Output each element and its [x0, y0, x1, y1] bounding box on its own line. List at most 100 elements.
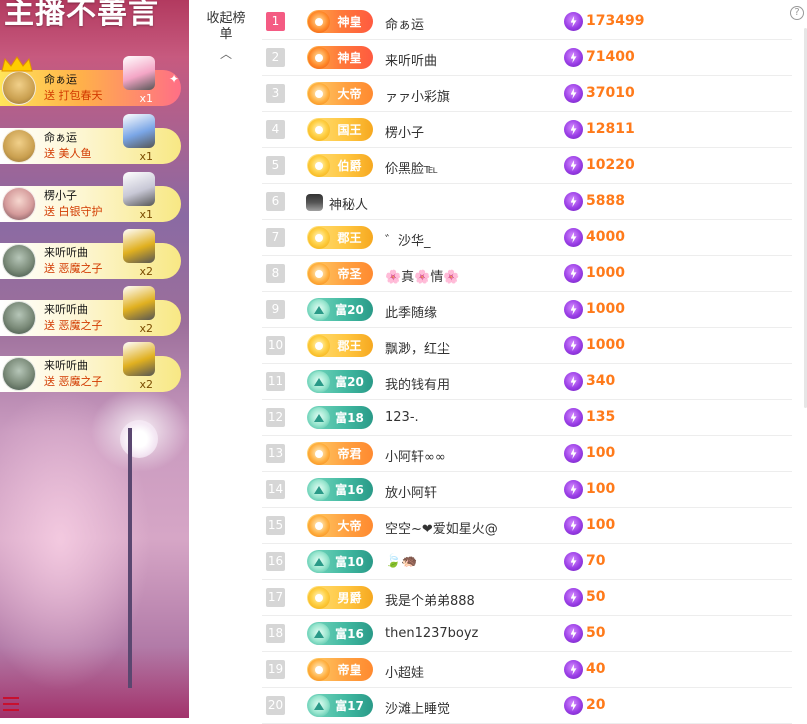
lightning-coin-icon — [564, 48, 583, 67]
user-name[interactable]: 楞小子 — [385, 122, 424, 141]
user-name[interactable]: ァァ小彩旗 — [385, 86, 450, 105]
medal-icon — [308, 154, 330, 177]
lightning-coin-icon — [564, 588, 583, 607]
rank-title: 帝圣 — [337, 267, 362, 281]
contribution-points: 100 — [586, 445, 616, 461]
medal-icon — [308, 406, 330, 429]
user-name[interactable]: 沙滩上睡觉 — [385, 698, 450, 717]
rank-row[interactable]: 1 神皇 命ぁ运 173499 — [262, 4, 792, 40]
contribution-points: 173499 — [586, 13, 645, 29]
rank-row[interactable]: 2 神皇 来听听曲 71400 — [262, 40, 792, 76]
user-name[interactable]: 小超娃 — [385, 662, 424, 681]
contribution-points: 135 — [586, 409, 616, 425]
gift-action-text: 送 恶魔之子 — [44, 319, 103, 332]
collapse-label: 收起榜单 — [206, 11, 246, 42]
rank-row[interactable]: 8 帝圣 🌸真🌸情🌸 1000 — [262, 256, 792, 292]
rank-row[interactable]: 12 富18 123-. 135 — [262, 400, 792, 436]
help-icon[interactable]: ? — [790, 6, 804, 20]
gift-count: x2 — [139, 265, 153, 278]
rank-number: 1 — [266, 12, 285, 31]
contribution-ranking-list: 1 神皇 命ぁ运 173499 2 神皇 来听听曲 71400 3 大帝 ァァ小彩旗 37010 4 国王… — [262, 4, 792, 724]
rank-title: 帝君 — [337, 447, 362, 461]
rank-row[interactable]: 10 郡王 飘渺，红尘 1000 — [262, 328, 792, 364]
collapse-ranking-button[interactable]: 收起榜单 ︿ — [204, 11, 248, 62]
user-name[interactable]: 来听听曲 — [385, 50, 437, 69]
medal-icon — [308, 298, 330, 321]
user-name[interactable]: 空空~❤爱如星火@ — [385, 518, 498, 537]
user-name[interactable]: 我是个弟弟888 — [385, 590, 475, 609]
rank-row[interactable]: 3 大帝 ァァ小彩旗 37010 — [262, 76, 792, 112]
gift-count: x1 — [139, 92, 153, 105]
contribution-points: 100 — [586, 481, 616, 497]
medal-icon — [308, 82, 330, 105]
rank-title-badge: 富17 — [307, 694, 373, 717]
rank-row[interactable]: 9 富20 此季随缘 1000 — [262, 292, 792, 328]
rank-number: 12 — [266, 408, 285, 427]
rank-number: 5 — [266, 156, 285, 175]
rank-number: 4 — [266, 120, 285, 139]
rank-row[interactable]: 17 男爵 我是个弟弟888 50 — [262, 580, 792, 616]
gift-feed-item: 来听听曲送 恶魔之子 x2 — [0, 229, 181, 279]
rank-title: 富17 — [335, 699, 364, 713]
lightning-coin-icon — [564, 696, 583, 715]
rank-row[interactable]: 19 帝皇 小超娃 40 — [262, 652, 792, 688]
user-name[interactable]: 放小阿轩 — [385, 482, 437, 501]
gift-sender-name: 来听听曲 — [44, 359, 88, 372]
medal-icon — [308, 514, 330, 537]
user-name[interactable]: then1237boyz — [385, 626, 478, 641]
user-name[interactable]: 此季随缘 — [385, 302, 437, 321]
light-stand — [128, 428, 132, 688]
gift-action-text: 送 恶魔之子 — [44, 375, 103, 388]
rank-number: 3 — [266, 84, 285, 103]
gift-feed-item: 楞小子送 白银守护 x1 — [0, 172, 181, 222]
gift-count: x2 — [139, 322, 153, 335]
user-name[interactable]: 123-. — [385, 410, 419, 425]
rank-title: 富10 — [335, 555, 364, 569]
gift-action-text: 送 恶魔之子 — [44, 262, 103, 275]
user-name[interactable]: 神秘人 — [329, 194, 368, 213]
user-name[interactable]: 小阿轩∞∞ — [385, 446, 446, 465]
avatar[interactable] — [2, 244, 36, 278]
avatar[interactable] — [2, 71, 36, 105]
medal-icon — [308, 334, 330, 357]
rank-row[interactable]: 15 大帝 空空~❤爱如星火@ 100 — [262, 508, 792, 544]
medal-icon — [308, 118, 330, 141]
rank-row[interactable]: 6 神秘人 5888 — [262, 184, 792, 220]
contribution-points: 1000 — [586, 265, 625, 281]
medal-icon — [308, 694, 330, 717]
rank-row[interactable]: 4 国王 楞小子 12811 — [262, 112, 792, 148]
lightning-coin-icon — [564, 408, 583, 427]
user-name[interactable]: 命ぁ运 — [385, 14, 424, 33]
contribution-points: 12811 — [586, 121, 635, 137]
gift-count: x2 — [139, 378, 153, 391]
rank-row[interactable]: 11 富20 我的钱有用 340 — [262, 364, 792, 400]
user-name[interactable]: 🌸真🌸情🌸 — [385, 266, 460, 285]
gift-action-text: 送 白银守护 — [44, 205, 103, 218]
lightning-coin-icon — [564, 156, 583, 175]
user-name[interactable]: 伱黑脸℡ — [385, 158, 438, 177]
gift-feed-item: 命ぁ运送 打包春天 x1 ✦ — [0, 56, 181, 106]
avatar[interactable] — [2, 187, 36, 221]
user-name[interactable]: 🍃🦔 — [385, 554, 417, 569]
rank-row[interactable]: 14 富16 放小阿轩 100 — [262, 472, 792, 508]
rank-row[interactable]: 5 伯爵 伱黑脸℡ 10220 — [262, 148, 792, 184]
avatar[interactable] — [2, 129, 36, 163]
rank-row[interactable]: 16 富10 🍃🦔 70 — [262, 544, 792, 580]
user-name[interactable]: 飘渺，红尘 — [385, 338, 450, 357]
rank-row[interactable]: 20 富17 沙滩上睡觉 20 — [262, 688, 792, 724]
user-name[interactable]: 我的钱有用 — [385, 374, 450, 393]
avatar[interactable] — [2, 357, 36, 391]
user-name[interactable]: ゛沙华_ — [385, 230, 431, 249]
rank-number: 10 — [266, 336, 285, 355]
rank-title: 伯爵 — [337, 159, 362, 173]
contribution-points: 10220 — [586, 157, 635, 173]
lightning-coin-icon — [564, 228, 583, 247]
contribution-points: 50 — [586, 589, 606, 605]
menu-icon[interactable] — [3, 697, 19, 711]
avatar[interactable] — [2, 301, 36, 335]
rank-row[interactable]: 7 郡王 ゛沙华_ 4000 — [262, 220, 792, 256]
lightning-coin-icon — [564, 516, 583, 535]
rank-row[interactable]: 18 富16 then1237boyz 50 — [262, 616, 792, 652]
rank-row[interactable]: 13 帝君 小阿轩∞∞ 100 — [262, 436, 792, 472]
gift-icon — [123, 172, 155, 206]
